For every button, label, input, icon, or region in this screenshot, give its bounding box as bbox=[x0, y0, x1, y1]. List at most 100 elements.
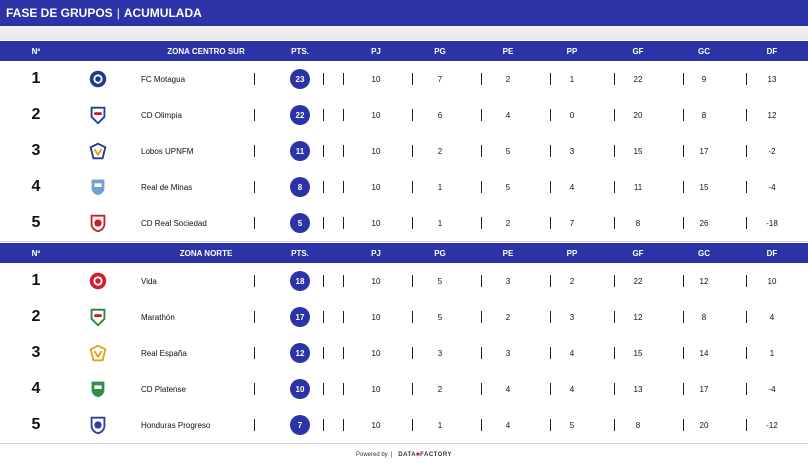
points-badge: 8 bbox=[290, 177, 310, 197]
column-divider bbox=[343, 383, 344, 395]
title-phase: FASE DE GRUPOS bbox=[6, 6, 113, 20]
column-divider bbox=[746, 347, 747, 359]
column-divider bbox=[550, 275, 551, 287]
stat-gf: 20 bbox=[633, 110, 643, 120]
column-divider bbox=[746, 109, 747, 121]
column-divider bbox=[614, 311, 615, 323]
stat-pj: 10 bbox=[371, 276, 381, 286]
points-badge: 11 bbox=[290, 141, 310, 161]
stat-gc: 17 bbox=[699, 384, 709, 394]
stat-df: -12 bbox=[766, 420, 778, 430]
points-cell: 18 bbox=[288, 263, 312, 299]
stat-pp: 4 bbox=[569, 348, 575, 358]
column-divider bbox=[323, 419, 324, 431]
stat-pg: 2 bbox=[437, 384, 443, 394]
table-row[interactable]: 5 Honduras Progreso 7 10 1 4 5 8 20 -12 bbox=[0, 407, 808, 444]
column-divider bbox=[614, 217, 615, 229]
team-crest-icon bbox=[86, 263, 110, 299]
stat-gf: 22 bbox=[633, 276, 643, 286]
team-name[interactable]: CD Olimpia bbox=[141, 97, 251, 133]
col-header-pts: PTS. bbox=[291, 248, 309, 258]
team-name[interactable]: CD Real Sociedad bbox=[141, 205, 251, 241]
team-name[interactable]: Honduras Progreso bbox=[141, 407, 251, 443]
team-name[interactable]: Lobos UPNFM bbox=[141, 133, 251, 169]
points-cell: 8 bbox=[288, 169, 312, 205]
team-crest-icon bbox=[86, 407, 110, 443]
col-header-df: DF bbox=[766, 46, 778, 56]
stat-pe: 3 bbox=[505, 348, 511, 358]
column-divider bbox=[614, 383, 615, 395]
column-divider bbox=[550, 181, 551, 193]
team-name[interactable]: Vida bbox=[141, 263, 251, 299]
stat-pe: 4 bbox=[505, 384, 511, 394]
stat-gc: 8 bbox=[701, 110, 707, 120]
column-divider bbox=[323, 275, 324, 287]
team-crest-icon bbox=[86, 133, 110, 169]
position-number: 1 bbox=[31, 272, 41, 289]
points-badge: 12 bbox=[290, 343, 310, 363]
position-number: 4 bbox=[31, 380, 41, 397]
column-divider bbox=[550, 419, 551, 431]
position-number: 2 bbox=[31, 308, 41, 325]
column-divider bbox=[412, 383, 413, 395]
stat-df: -2 bbox=[768, 146, 776, 156]
column-divider bbox=[323, 383, 324, 395]
points-cell: 23 bbox=[288, 61, 312, 97]
stat-gc: 15 bbox=[699, 182, 709, 192]
points-badge: 17 bbox=[290, 307, 310, 327]
column-divider bbox=[683, 145, 684, 157]
table-row[interactable]: 3 Lobos UPNFM 11 10 2 5 3 15 17 -2 bbox=[0, 133, 808, 170]
table-row[interactable]: 4 Real de Minas 8 10 1 5 4 11 15 -4 bbox=[0, 169, 808, 206]
column-divider bbox=[412, 419, 413, 431]
team-name[interactable]: CD Platense bbox=[141, 371, 251, 407]
column-divider bbox=[481, 109, 482, 121]
column-divider bbox=[481, 217, 482, 229]
table-row[interactable]: 4 CD Platense 10 10 2 4 4 13 17 -4 bbox=[0, 371, 808, 408]
stat-df: -18 bbox=[766, 218, 778, 228]
stat-df: 4 bbox=[769, 312, 775, 322]
team-name[interactable]: Real España bbox=[141, 335, 251, 371]
stat-pp: 2 bbox=[569, 276, 575, 286]
stat-gf: 13 bbox=[633, 384, 643, 394]
column-divider bbox=[481, 275, 482, 287]
table-row[interactable]: 3 Real España 12 10 3 3 4 15 14 1 bbox=[0, 335, 808, 372]
stat-pp: 3 bbox=[569, 146, 575, 156]
col-header-position: Nº bbox=[31, 46, 41, 56]
team-crest-icon bbox=[86, 335, 110, 371]
table-row[interactable]: 1 Vida 18 10 5 3 2 22 12 10 bbox=[0, 263, 808, 300]
stat-pj: 10 bbox=[371, 384, 381, 394]
col-header-gf: GF bbox=[632, 46, 644, 56]
stat-pj: 10 bbox=[371, 146, 381, 156]
stat-pj: 10 bbox=[371, 348, 381, 358]
column-divider bbox=[343, 311, 344, 323]
team-name[interactable]: Real de Minas bbox=[141, 169, 251, 205]
stat-df: 1 bbox=[769, 348, 775, 358]
stat-gf: 15 bbox=[633, 146, 643, 156]
table-row[interactable]: 2 Marathón 17 10 5 2 3 12 8 4 bbox=[0, 299, 808, 336]
column-divider bbox=[481, 383, 482, 395]
points-cell: 7 bbox=[288, 407, 312, 443]
stat-df: -4 bbox=[768, 182, 776, 192]
col-header-pj: PJ bbox=[371, 248, 381, 258]
stat-gc: 14 bbox=[699, 348, 709, 358]
column-divider bbox=[323, 181, 324, 193]
table-row[interactable]: 2 CD Olimpia 22 10 6 4 0 20 8 12 bbox=[0, 97, 808, 134]
standings-title-bar: FASE DE GRUPOS | ACUMULADA bbox=[0, 0, 808, 26]
table-row[interactable]: 1 FC Motagua 23 10 7 2 1 22 9 13 bbox=[0, 61, 808, 98]
column-divider bbox=[323, 217, 324, 229]
stat-pp: 4 bbox=[569, 384, 575, 394]
team-name[interactable]: Marathón bbox=[141, 299, 251, 335]
column-divider bbox=[412, 145, 413, 157]
column-divider bbox=[254, 311, 255, 323]
col-header-pg: PG bbox=[434, 46, 446, 56]
column-divider bbox=[481, 347, 482, 359]
column-divider bbox=[746, 145, 747, 157]
team-name[interactable]: FC Motagua bbox=[141, 61, 251, 97]
column-divider bbox=[683, 73, 684, 85]
column-divider bbox=[254, 383, 255, 395]
column-divider bbox=[343, 181, 344, 193]
column-divider bbox=[343, 145, 344, 157]
table-row[interactable]: 5 CD Real Sociedad 5 10 1 2 7 8 26 -18 bbox=[0, 205, 808, 242]
title-strip bbox=[0, 26, 808, 40]
stat-gf: 22 bbox=[633, 74, 643, 84]
